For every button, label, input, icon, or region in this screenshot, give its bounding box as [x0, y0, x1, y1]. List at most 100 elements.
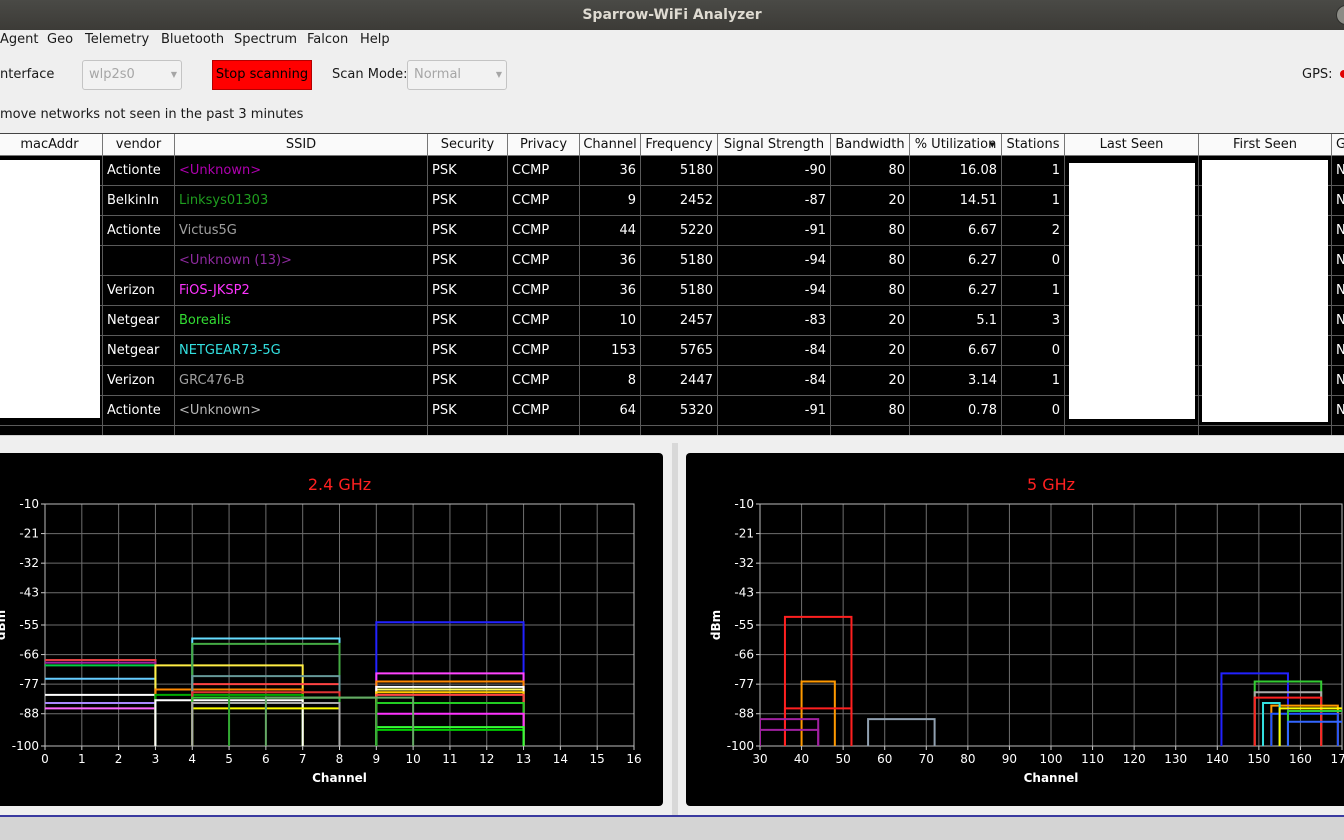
cell-g: N	[1332, 216, 1344, 246]
cell-security: PSK	[428, 276, 508, 306]
y-tick-label: -43	[734, 586, 754, 600]
horizontal-splitter[interactable]	[0, 435, 1344, 443]
column-header-channel[interactable]: Channel	[580, 134, 641, 156]
cell-g: N	[1332, 336, 1344, 366]
scan-mode-label: Scan Mode:	[332, 67, 408, 82]
x-tick-label: 160	[1289, 752, 1312, 766]
chart-24ghz: 0 1 2 3 4 5 6 7 8 9 10 11 12 13 14 15 16-10-21-32-43-55-…	[0, 475, 642, 785]
cell-channel: 44	[580, 216, 641, 246]
cell-g: N	[1332, 186, 1344, 216]
vertical-splitter[interactable]	[672, 443, 678, 815]
cell-signal: -91	[718, 396, 831, 426]
cell-empty	[718, 426, 831, 435]
column-header-vendor[interactable]: vendor	[103, 134, 175, 156]
cell-stations: 1	[1002, 156, 1065, 186]
cell-g: N	[1332, 156, 1344, 186]
cell-utilization: 6.27	[910, 246, 1002, 276]
cell-stations: 1	[1002, 276, 1065, 306]
menu-geo[interactable]: Geo	[47, 32, 73, 47]
remove-networks-text: move networks not seen in the past 3 min…	[0, 107, 304, 122]
x-tick-label: 9	[372, 752, 380, 766]
cell-signal: -90	[718, 156, 831, 186]
x-tick-label: 10	[405, 752, 420, 766]
menu-help[interactable]: Help	[360, 32, 390, 47]
y-axis-label: dBm	[709, 610, 723, 640]
cell-empty	[580, 426, 641, 435]
menu-telemetry[interactable]: Telemetry	[85, 32, 149, 47]
cell-channel: 9	[580, 186, 641, 216]
cell-frequency: 5220	[641, 216, 718, 246]
menu-falcon[interactable]: Falcon	[307, 32, 348, 47]
chevron-down-icon: ▼	[495, 70, 502, 79]
menu-spectrum[interactable]: Spectrum	[234, 32, 297, 47]
column-header-stations[interactable]: Stations	[1002, 134, 1065, 156]
cell-stations: 3	[1002, 306, 1065, 336]
cell-empty	[910, 426, 1002, 435]
scan-mode-combo[interactable]: Normal ▼	[407, 60, 507, 90]
cell-channel: 153	[580, 336, 641, 366]
cell-privacy: CCMP	[508, 306, 580, 336]
y-tick-label: -77	[734, 677, 754, 691]
cell-stations: 0	[1002, 396, 1065, 426]
cell-privacy: CCMP	[508, 246, 580, 276]
column-header-frequency[interactable]: Frequency	[641, 134, 718, 156]
column-header-bandwidth[interactable]: Bandwidth	[831, 134, 910, 156]
cell-frequency: 5765	[641, 336, 718, 366]
series-line	[1286, 710, 1342, 746]
x-tick-label: 11	[442, 752, 457, 766]
column-header-utilization[interactable]: % Utilization ▼	[910, 134, 1002, 156]
cell-vendor: BelkinIn	[103, 186, 175, 216]
y-tick-label: -32	[734, 556, 754, 570]
cell-ssid: Victus5G	[175, 216, 428, 246]
stop-scanning-button[interactable]: Stop scanning	[212, 60, 312, 90]
cell-utilization: 16.08	[910, 156, 1002, 186]
cell-utilization: 6.27	[910, 276, 1002, 306]
series-line	[867, 718, 936, 746]
column-header-g[interactable]: G	[1332, 134, 1344, 156]
cell-vendor: Verizon	[103, 276, 175, 306]
x-tick-label: 150	[1247, 752, 1270, 766]
cell-bandwidth: 80	[831, 216, 910, 246]
menu-agent[interactable]: Agent	[0, 32, 38, 47]
cell-frequency: 2447	[641, 366, 718, 396]
column-header-macaddr[interactable]: macAddr	[0, 134, 103, 156]
x-tick-label: 2	[115, 752, 123, 766]
cell-ssid: Linksys01303	[175, 186, 428, 216]
cell-ssid: Borealis	[175, 306, 428, 336]
menu-bluetooth[interactable]: Bluetooth	[161, 32, 224, 47]
column-header-security[interactable]: Security	[428, 134, 508, 156]
cell-privacy: CCMP	[508, 216, 580, 246]
series-line	[1270, 712, 1339, 746]
x-tick-label: 80	[960, 752, 975, 766]
cell-security: PSK	[428, 366, 508, 396]
x-tick-label: 6	[262, 752, 270, 766]
cell-bandwidth: 80	[831, 246, 910, 276]
cell-signal: -84	[718, 366, 831, 396]
cell-ssid: <Unknown (13)>	[175, 246, 428, 276]
interface-combo[interactable]: wlp2s0 ▼	[82, 60, 182, 90]
cell-empty	[1002, 426, 1065, 435]
column-header-signal[interactable]: Signal Strength	[718, 134, 831, 156]
cell-empty	[641, 426, 718, 435]
chart-24ghz-panel: 0 1 2 3 4 5 6 7 8 9 10 11 12 13 14 15 16 -10 -21 -32 -43 -55-…	[0, 453, 663, 806]
cell-vendor: Netgear	[103, 336, 175, 366]
cell-stations: 0	[1002, 246, 1065, 276]
column-header-last-seen[interactable]: Last Seen	[1065, 134, 1199, 156]
cell-utilization: 6.67	[910, 336, 1002, 366]
series-line	[760, 728, 820, 746]
cell-security: PSK	[428, 246, 508, 276]
column-header-ssid[interactable]: SSID	[175, 134, 428, 156]
cell-stations: 0	[1002, 336, 1065, 366]
cell-channel: 36	[580, 246, 641, 276]
window-close-button[interactable]	[1336, 5, 1344, 25]
column-header-first-seen[interactable]: First Seen	[1199, 134, 1332, 156]
chevron-down-icon: ▼	[170, 70, 177, 79]
cell-empty	[1332, 426, 1344, 435]
cell-privacy: CCMP	[508, 156, 580, 186]
x-tick-label: 1	[78, 752, 86, 766]
y-tick-label: -21	[19, 527, 39, 541]
column-header-privacy[interactable]: Privacy	[508, 134, 580, 156]
x-tick-label: 5	[225, 752, 233, 766]
x-tick-label: 7	[299, 752, 307, 766]
y-tick-label: -88	[734, 707, 754, 721]
